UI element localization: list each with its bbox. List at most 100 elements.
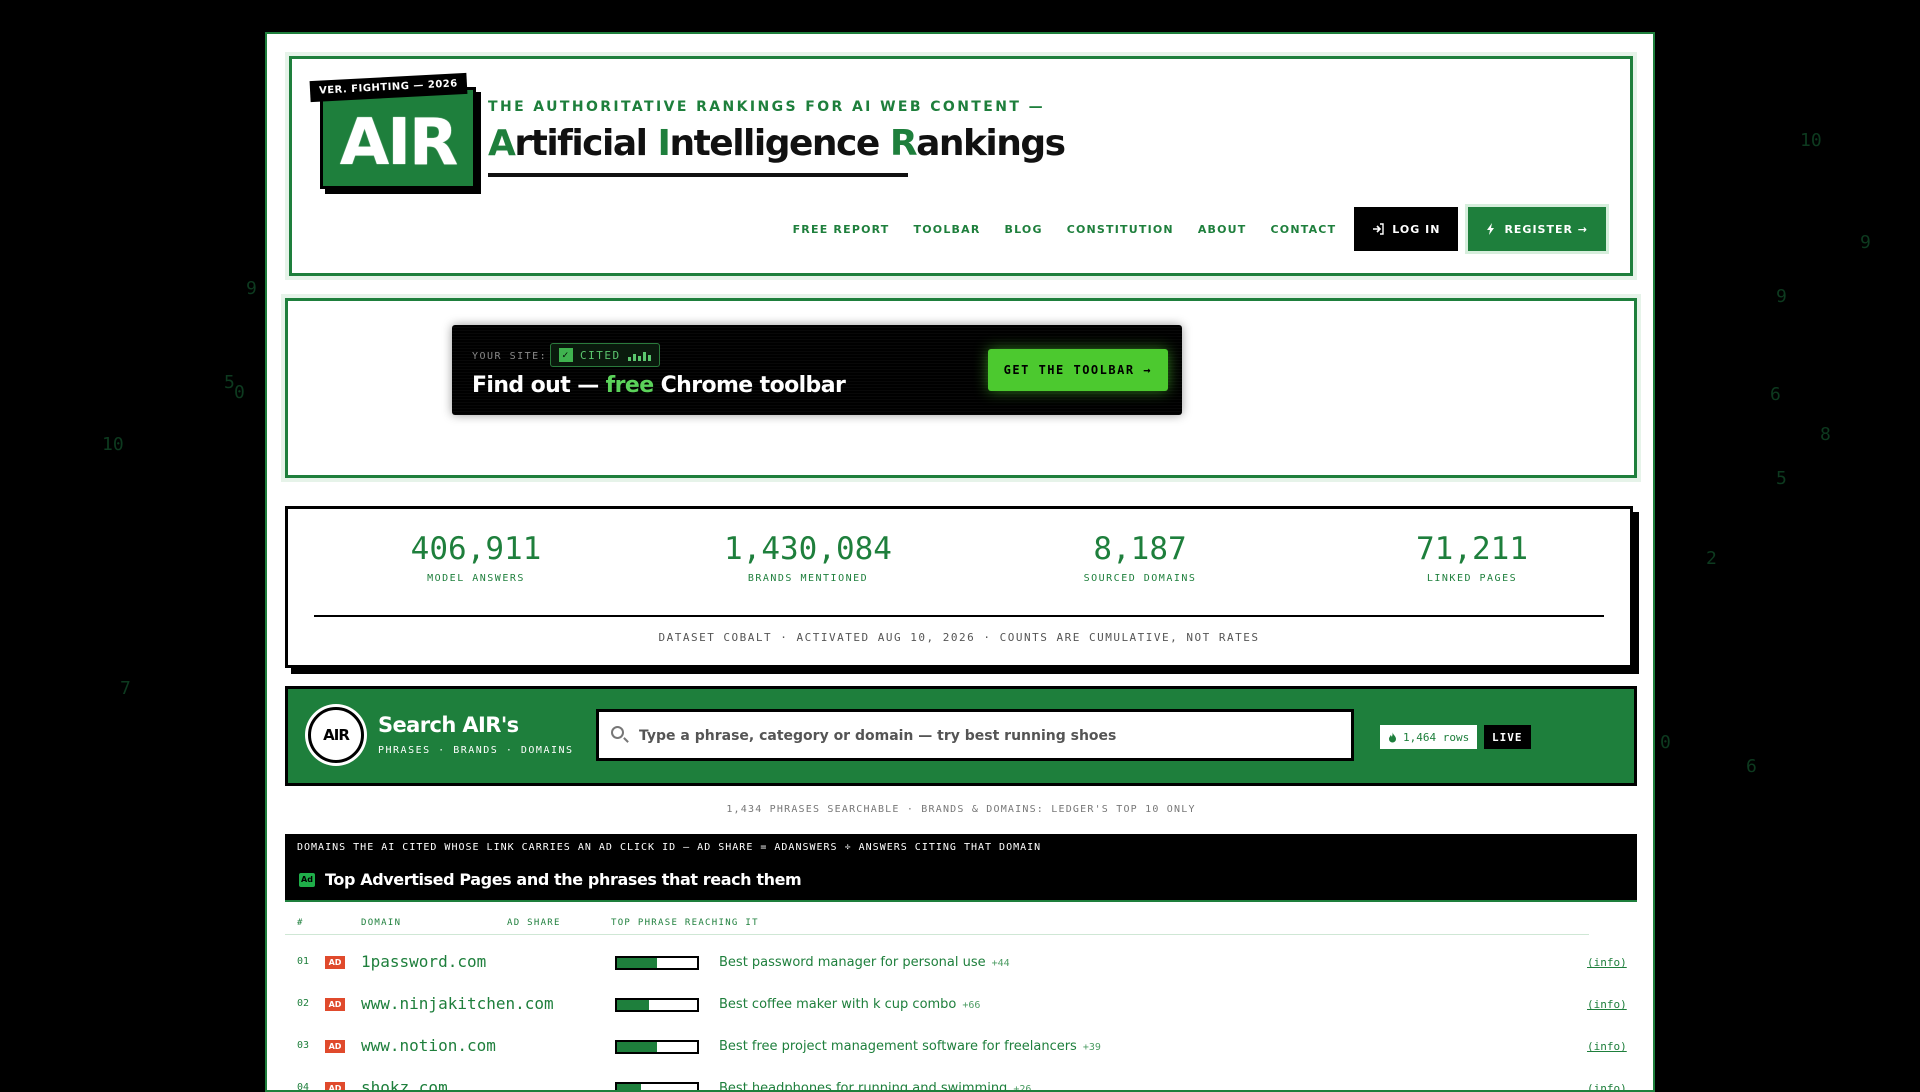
site-logo[interactable]: AIR [320,87,476,189]
check-icon: ✓ [559,348,573,362]
signal-bars-icon [627,349,651,361]
stat-value: 8,187 [1093,531,1187,567]
bg-digit: 6 [1746,756,1757,777]
bg-digit: 9 [246,278,257,299]
info-link[interactable]: (info) [1587,998,1627,1011]
col-head-top-phrase: TOP PHRASE REACHING IT [611,918,759,928]
phrase-text: Best coffee maker with k cup combo [719,997,957,1012]
row-domain[interactable]: 1password.com [361,952,486,971]
site-tagline: THE AUTHORITATIVE RANKINGS FOR AI WEB CO… [488,99,1045,115]
stat-value: 1,430,084 [724,531,892,567]
ad-share-fill [617,958,657,968]
info-link[interactable]: (info) [1587,1082,1627,1090]
title-part: ntelligence [669,123,890,164]
row-number: 01 [297,956,310,967]
ad-icon: Ad [299,872,315,887]
bg-digit: 10 [102,434,124,455]
site-title: Artificial Intelligence Rankings [488,123,1066,164]
flame-icon [1389,731,1396,742]
row-domain[interactable]: shokz.com [361,1078,448,1090]
stat-model-answers: 406,911 MODEL ANSWERS [326,531,626,584]
phrase-extra-count: +39 [1082,1042,1101,1053]
row-top-phrase[interactable]: Best headphones for running and swimming… [719,1081,1032,1092]
nav-contact[interactable]: CONTACT [1271,223,1337,236]
row-top-phrase[interactable]: Best free project management software fo… [719,1039,1101,1054]
stat-label: BRANDS MENTIONED [747,573,869,584]
nav-free-report[interactable]: FREE REPORT [793,223,890,236]
search-icon [611,726,624,739]
ad-panel: YOUR SITE: ✓ CITED Find out — free Chrom… [285,298,1637,478]
stats-panel: 406,911 MODEL ANSWERS 1,430,084 BRANDS M… [285,506,1633,668]
ad-share-fill [617,1000,649,1010]
table-row[interactable]: 03 AD www.notion.com Best free project m… [285,1026,1627,1068]
title-part: ankings [916,123,1066,164]
table-title: Top Advertised Pages and the phrases tha… [325,870,802,889]
table-column-headers: # DOMAIN AD SHARE TOP PHRASE REACHING IT [285,912,1589,935]
info-link[interactable]: (info) [1587,956,1627,969]
title-underline [488,173,908,177]
rows-count-label: 1,464 rows [1403,730,1470,744]
row-top-phrase[interactable]: Best password manager for personal use +4… [719,955,1010,970]
table-row[interactable]: 02 AD www.ninjakitchen.com Best coffee m… [285,984,1627,1026]
ad-headline-before: Find out — [472,373,606,398]
stat-value: 71,211 [1416,531,1528,567]
ad-share-fill [617,1042,657,1052]
get-toolbar-button[interactable]: GET THE TOOLBAR → [987,349,1168,391]
table-row[interactable]: 04 AD shokz.com Best headphones for runn… [285,1068,1627,1092]
register-button[interactable]: REGISTER → [1468,207,1606,251]
phrase-text: Best free project management software fo… [719,1039,1077,1054]
live-badge: LIVE [1484,725,1531,749]
phrase-extra-count: +44 [991,958,1010,969]
search-subtitle: PHRASES · BRANDS · DOMAINS [378,745,574,756]
ad-share-bar [615,1082,699,1090]
bg-digit: 9 [1776,286,1787,307]
table-title-row: Ad Top Advertised Pages and the phrases … [299,870,802,889]
logo-text: AIR [323,106,473,180]
bg-digit: 7 [120,678,131,699]
stats-divider [314,615,1604,617]
col-head-number: # [297,918,304,928]
title-part: I [657,123,671,164]
row-number: 03 [297,1040,310,1051]
nav-constitution[interactable]: CONSTITUTION [1067,223,1174,236]
phrase-extra-count: +26 [1013,1084,1032,1092]
search-logo: AIR [308,707,364,763]
bg-digit: 2 [1706,548,1717,569]
ad-headline-accent: free [605,373,654,398]
row-number: 02 [297,998,310,1009]
main-nav: FREE REPORT TOOLBAR BLOG CONSTITUTION AB… [793,207,1606,251]
col-head-domain: DOMAIN [361,918,402,928]
search-field[interactable] [596,709,1354,761]
site-header: AIR VER. FIGHTING — 2026 THE AUTHORITATI… [289,56,1633,276]
ad-pages-table-header: DOMAINS THE AI CITED WHOSE LINK CARRIES … [285,834,1637,902]
ad-share-bar [615,1040,699,1054]
bg-digit: 0 [234,382,245,403]
cited-chip: ✓ CITED [550,343,660,367]
stat-label: SOURCED DOMAINS [1083,573,1197,584]
row-domain[interactable]: www.ninjakitchen.com [361,994,554,1013]
row-top-phrase[interactable]: Best coffee maker with k cup combo +66 [719,997,980,1012]
info-link[interactable]: (info) [1587,1040,1627,1053]
your-site-label: YOUR SITE: [472,351,548,362]
bg-digit: 9 [1860,232,1871,253]
nav-about[interactable]: ABOUT [1198,223,1247,236]
ad-badge: AD [325,1040,345,1053]
rows-count-badge: 1,464 rows [1380,725,1478,749]
title-part: rtificial [514,123,658,164]
page-container: AIR VER. FIGHTING — 2026 THE AUTHORITATI… [265,32,1655,1092]
search-input[interactable] [637,712,1341,760]
login-button[interactable]: LOG IN [1354,207,1459,251]
table-row[interactable]: 01 AD 1password.com Best password manage… [285,942,1627,984]
cited-label: CITED [580,348,621,362]
ad-share-bar [615,998,699,1012]
toolbar-ad-banner[interactable]: YOUR SITE: ✓ CITED Find out — free Chrom… [452,325,1182,415]
bg-digit: 5 [1776,468,1787,489]
nav-blog[interactable]: BLOG [1005,223,1043,236]
search-note: 1,434 PHRASES SEARCHABLE · BRANDS & DOMA… [726,804,1196,815]
row-number: 04 [297,1082,310,1092]
ad-headline-after: Chrome toolbar [653,373,846,398]
dataset-note: DATASET COBALT · ACTIVATED AUG 10, 2026 … [658,631,1260,644]
row-domain[interactable]: www.notion.com [361,1036,496,1055]
nav-toolbar[interactable]: TOOLBAR [914,223,981,236]
bg-digit: 8 [1820,424,1831,445]
